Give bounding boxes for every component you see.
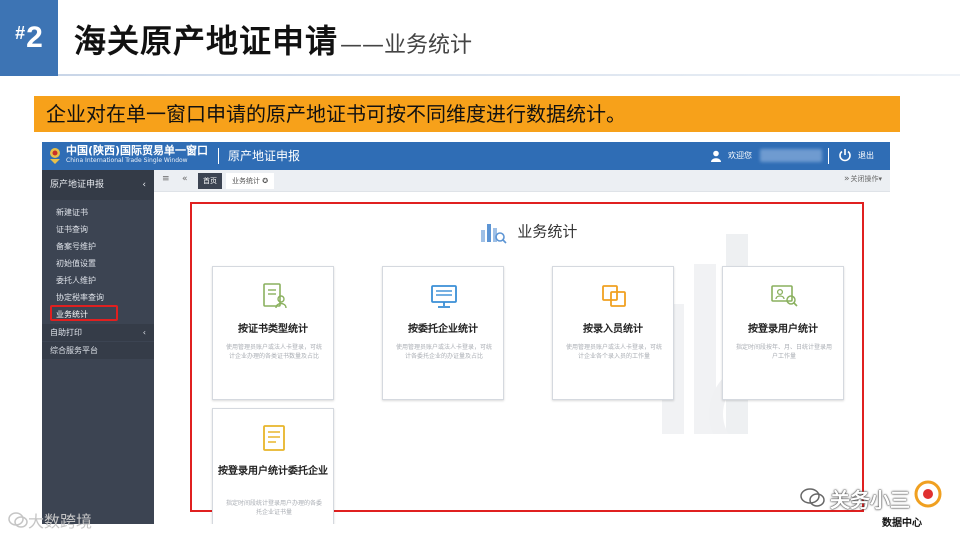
sidebar-highlight-box [50,305,118,321]
welcome-text: 欢迎您 [728,151,752,160]
sidebar-item-tariff-query[interactable]: 协定税率查询 [42,289,154,306]
sidebar-header[interactable]: 原产地证申报 ‹ [42,170,154,200]
wechat-icon [800,488,825,507]
sidebar-group-self-print-label: 自助打印 [50,328,82,337]
tab-business-stats[interactable]: 业务统计 ✪ [226,173,275,189]
monitor-icon [431,285,457,308]
panel-title-label: 业务统计 [517,222,578,241]
sidebar: 原产地证申报 ‹ 新建证书 证书查询 备案号维护 初始值设置 委托人维护 协定税… [42,170,154,524]
sidebar-group-service-platform[interactable]: 综合服务平台 [42,342,154,359]
description-banner: 企业对在单一窗口申请的原产地证书可按不同维度进行数据统计。 [34,96,900,132]
stats-highlight-frame: 业务统计 按证书类型统计 使用管理员账户或法人卡登录，可统计企业办理的各类证书数… [190,202,864,524]
logo-icon [914,480,942,508]
stats-search-icon [480,224,507,244]
title-subtitle: 业务统计 [384,33,473,58]
chevron-down-icon: ▾ [878,175,882,183]
tab-bar: ≡ « 首页 业务统计 ✪ » 关闭操作▾ [154,170,890,192]
menu-toggle-icon[interactable]: ≡ [162,174,170,184]
document-list-icon [263,425,285,451]
chevron-left-icon: ‹ [142,180,146,190]
sidebar-item-cert-query[interactable]: 证书查询 [42,221,154,238]
badge-number: 2 [26,21,43,54]
sidebar-item-principal-maintain[interactable]: 委托人维护 [42,272,154,289]
card-description: 指定时间段按年、月、日统计登录用户工作量 [735,344,832,360]
watermark-right-text: 关务小三 [830,488,910,512]
user-icon [711,150,721,162]
close-operations-label: 关闭操作 [850,175,879,183]
title-dash: —— [340,33,385,58]
blurred-username [760,149,822,162]
app-brand: 中国(陕西)国际贸易单一窗口 [66,144,209,157]
scroll-right-icon[interactable]: » [844,174,850,184]
scroll-left-icon[interactable]: « [182,174,188,184]
card-description: 指定时间段统计登录用户办理的各委托企业证书量 [225,500,322,516]
topbar-divider-2 [828,148,829,164]
tab-business-stats-label: 业务统计 [232,177,260,185]
sidebar-item-new-cert[interactable]: 新建证书 [42,204,154,221]
watermark-left-text: 大数跨境 [28,512,93,531]
card-by-principal-company[interactable]: 按委托企业统计 使用管理员账户或法人卡登录，可统计各委托企业的办证量及占比 [382,266,504,400]
chevron-left-icon: ‹ [142,328,146,337]
card-description: 使用管理员账户或法人卡登录，可统计企业各个录入员的工作量 [565,344,662,360]
sidebar-item-initial-settings[interactable]: 初始值设置 [42,255,154,272]
watermark-left: 大数跨境 [8,508,92,532]
topbar-divider [218,148,219,164]
watermark-right: 关务小三 数据中心 [790,480,950,532]
user-search-icon [771,285,798,307]
app-brand-en: China International Trade Single Window [66,157,188,164]
slide: # 2 海关原产地证申请 —— 业务统计 企业对在单一窗口申请的原产地证书可按不… [0,0,960,540]
panel-title: 业务统计 [192,220,864,244]
app-screenshot: 中国(陕西)国际贸易单一窗口 China International Trade… [42,142,890,524]
close-operations-menu[interactable]: 关闭操作▾ [850,174,882,184]
watermark-right-subtext: 数据中心 [882,518,922,529]
card-title: 按登录用户统计 [748,324,818,335]
card-by-login-user[interactable]: 按登录用户统计 指定时间段按年、月、日统计登录用户工作量 [722,266,844,400]
wechat-icon [8,512,28,528]
emblem-icon [50,148,60,164]
card-by-entry-clerk[interactable]: 按录入员统计 使用管理员账户或法人卡登录，可统计企业各个录入员的工作量 [552,266,674,400]
title-underline [58,74,960,76]
sidebar-header-label: 原产地证申报 [50,180,105,190]
sidebar-item-record-maintain[interactable]: 备案号维护 [42,238,154,255]
title-main: 海关原产地证申请 [74,22,339,60]
app-topbar: 中国(陕西)国际贸易单一窗口 China International Trade… [42,142,890,170]
main-content: 业务统计 按证书类型统计 使用管理员账户或法人卡登录，可统计企业办理的各类证书数… [154,192,890,524]
card-title: 按录入员统计 [583,324,643,335]
sidebar-group-self-print[interactable]: 自助打印 ‹ [42,324,154,341]
card-description: 使用管理员账户或法人卡登录，可统计企业办理的各类证书数量及占比 [225,344,322,360]
card-title: 按登录用户统计委托企业 [218,466,328,477]
card-title: 按证书类型统计 [238,324,308,335]
card-by-login-user-principal[interactable]: 按登录用户统计委托企业 指定时间段统计登录用户办理的各委托企业证书量 [212,408,334,524]
app-section-title: 原产地证申报 [228,149,301,163]
close-icon[interactable]: ✪ [262,177,268,185]
card-title: 按委托企业统计 [408,324,478,335]
card-by-cert-type[interactable]: 按证书类型统计 使用管理员账户或法人卡登录，可统计企业办理的各类证书数量及占比 [212,266,334,400]
slide-title: 海关原产地证申请 —— 业务统计 [74,16,472,62]
section-number-badge: # 2 [0,0,58,76]
logout-link[interactable]: 退出 [858,150,874,161]
badge-hash: # [15,22,26,43]
card-description: 使用管理员账户或法人卡登录，可统计各委托企业的办证量及占比 [395,344,492,360]
tab-home[interactable]: 首页 [198,173,222,189]
copy-icon [602,285,626,307]
power-icon[interactable] [838,148,852,162]
certificate-user-icon [263,283,287,309]
